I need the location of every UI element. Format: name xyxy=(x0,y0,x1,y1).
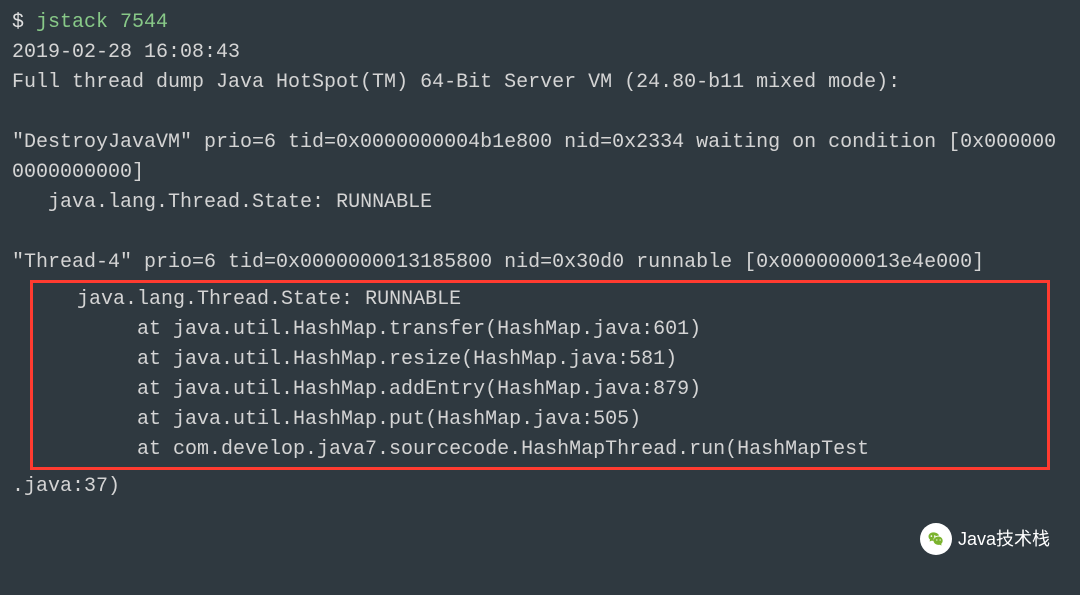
command-line: $ jstack 7544 xyxy=(12,8,1068,38)
header-line: Full thread dump Java HotSpot(TM) 64-Bit… xyxy=(12,68,1068,98)
thread-4-line: "Thread-4" prio=6 tid=0x0000000013185800… xyxy=(12,248,1068,278)
highlight-box: java.lang.Thread.State: RUNNABLE at java… xyxy=(30,280,1050,470)
thread-4-state: java.lang.Thread.State: RUNNABLE xyxy=(41,285,1045,315)
stack-frame: at java.util.HashMap.transfer(HashMap.ja… xyxy=(41,315,1045,345)
stack-tail: .java:37) xyxy=(12,472,1068,502)
stack-frame: at com.develop.java7.sourcecode.HashMapT… xyxy=(41,435,1045,465)
wechat-icon xyxy=(920,523,952,555)
stack-frame: at java.util.HashMap.resize(HashMap.java… xyxy=(41,345,1045,375)
prompt-symbol: $ xyxy=(12,11,36,34)
timestamp-line: 2019-02-28 16:08:43 xyxy=(12,38,1068,68)
blank-line xyxy=(12,218,1068,248)
watermark: Java技术栈 xyxy=(920,523,1050,555)
thread-destroy-state: java.lang.Thread.State: RUNNABLE xyxy=(12,188,1068,218)
thread-destroy-line: "DestroyJavaVM" prio=6 tid=0x0000000004b… xyxy=(12,128,1068,188)
stack-frame: at java.util.HashMap.addEntry(HashMap.ja… xyxy=(41,375,1045,405)
stack-frame: at java.util.HashMap.put(HashMap.java:50… xyxy=(41,405,1045,435)
blank-line xyxy=(12,98,1068,128)
terminal-output: $ jstack 7544 2019-02-28 16:08:43 Full t… xyxy=(12,8,1068,502)
command-text: jstack 7544 xyxy=(36,11,168,34)
watermark-text: Java技术栈 xyxy=(958,526,1050,553)
